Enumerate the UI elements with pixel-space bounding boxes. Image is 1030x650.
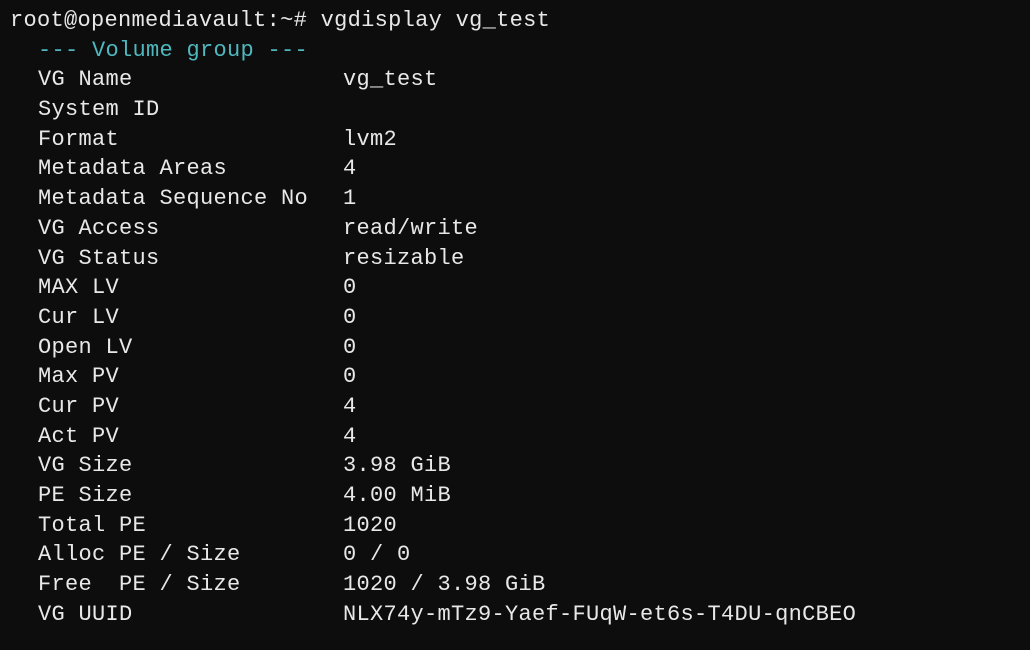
kv-value: resizable <box>343 244 465 274</box>
kv-label: VG UUID <box>38 600 343 630</box>
kv-row: Metadata Sequence No1 <box>10 184 1020 214</box>
kv-value: lvm2 <box>343 125 397 155</box>
kv-row: Total PE1020 <box>10 511 1020 541</box>
kv-row: Formatlvm2 <box>10 125 1020 155</box>
kv-value: NLX74y-mTz9-Yaef-FUqW-et6s-T4DU-qnCBEO <box>343 600 856 630</box>
kv-value: 0 / 0 <box>343 540 411 570</box>
kv-value: 0 <box>343 362 357 392</box>
kv-value: 1 <box>343 184 357 214</box>
kv-label: Free PE / Size <box>38 570 343 600</box>
kv-row: Cur LV0 <box>10 303 1020 333</box>
kv-value: 3.98 GiB <box>343 451 451 481</box>
kv-value: read/write <box>343 214 478 244</box>
kv-row: VG Accessread/write <box>10 214 1020 244</box>
kv-label: Cur LV <box>38 303 343 333</box>
kv-row: VG UUIDNLX74y-mTz9-Yaef-FUqW-et6s-T4DU-q… <box>10 600 1020 630</box>
kv-label: VG Size <box>38 451 343 481</box>
kv-label: VG Access <box>38 214 343 244</box>
prompt-space <box>307 8 321 33</box>
kv-label: PE Size <box>38 481 343 511</box>
kv-row: Metadata Areas4 <box>10 154 1020 184</box>
kv-label: VG Status <box>38 244 343 274</box>
kv-row: MAX LV0 <box>10 273 1020 303</box>
kv-label: Act PV <box>38 422 343 452</box>
kv-value: vg_test <box>343 65 438 95</box>
prompt-at: @ <box>64 8 78 33</box>
kv-row: VG Size3.98 GiB <box>10 451 1020 481</box>
kv-label: System ID <box>38 95 343 125</box>
kv-value: 4 <box>343 422 357 452</box>
prompt-colon: : <box>267 8 281 33</box>
kv-label: Alloc PE / Size <box>38 540 343 570</box>
kv-label: VG Name <box>38 65 343 95</box>
kv-row: Free PE / Size1020 / 3.98 GiB <box>10 570 1020 600</box>
prompt-command: vgdisplay vg_test <box>321 8 551 33</box>
kv-row: Open LV0 <box>10 333 1020 363</box>
vg-section-header: --- Volume group --- <box>10 36 1020 66</box>
prompt-host: openmediavault <box>78 8 267 33</box>
kv-value: 0 <box>343 333 357 363</box>
kv-label: Metadata Areas <box>38 154 343 184</box>
kv-value: 4 <box>343 392 357 422</box>
kv-value: 4.00 MiB <box>343 481 451 511</box>
kv-value: 1020 / 3.98 GiB <box>343 570 546 600</box>
kv-label: Total PE <box>38 511 343 541</box>
prompt-symbol: # <box>294 8 308 33</box>
prompt-user: root <box>10 8 64 33</box>
kv-value: 4 <box>343 154 357 184</box>
kv-label: Max PV <box>38 362 343 392</box>
kv-row: Cur PV4 <box>10 392 1020 422</box>
kv-value: 1020 <box>343 511 397 541</box>
kv-row: Max PV0 <box>10 362 1020 392</box>
shell-prompt-line[interactable]: root@openmediavault:~# vgdisplay vg_test <box>10 6 1020 36</box>
kv-row: VG Statusresizable <box>10 244 1020 274</box>
kv-row: Act PV4 <box>10 422 1020 452</box>
vg-output-block: VG Namevg_testSystem IDFormatlvm2Metadat… <box>10 65 1020 629</box>
kv-row: PE Size4.00 MiB <box>10 481 1020 511</box>
prompt-path: ~ <box>280 8 294 33</box>
kv-value: 0 <box>343 303 357 333</box>
kv-label: Cur PV <box>38 392 343 422</box>
kv-label: MAX LV <box>38 273 343 303</box>
kv-row: System ID <box>10 95 1020 125</box>
kv-label: Format <box>38 125 343 155</box>
kv-label: Open LV <box>38 333 343 363</box>
kv-row: VG Namevg_test <box>10 65 1020 95</box>
kv-row: Alloc PE / Size0 / 0 <box>10 540 1020 570</box>
kv-label: Metadata Sequence No <box>38 184 343 214</box>
kv-value: 0 <box>343 273 357 303</box>
